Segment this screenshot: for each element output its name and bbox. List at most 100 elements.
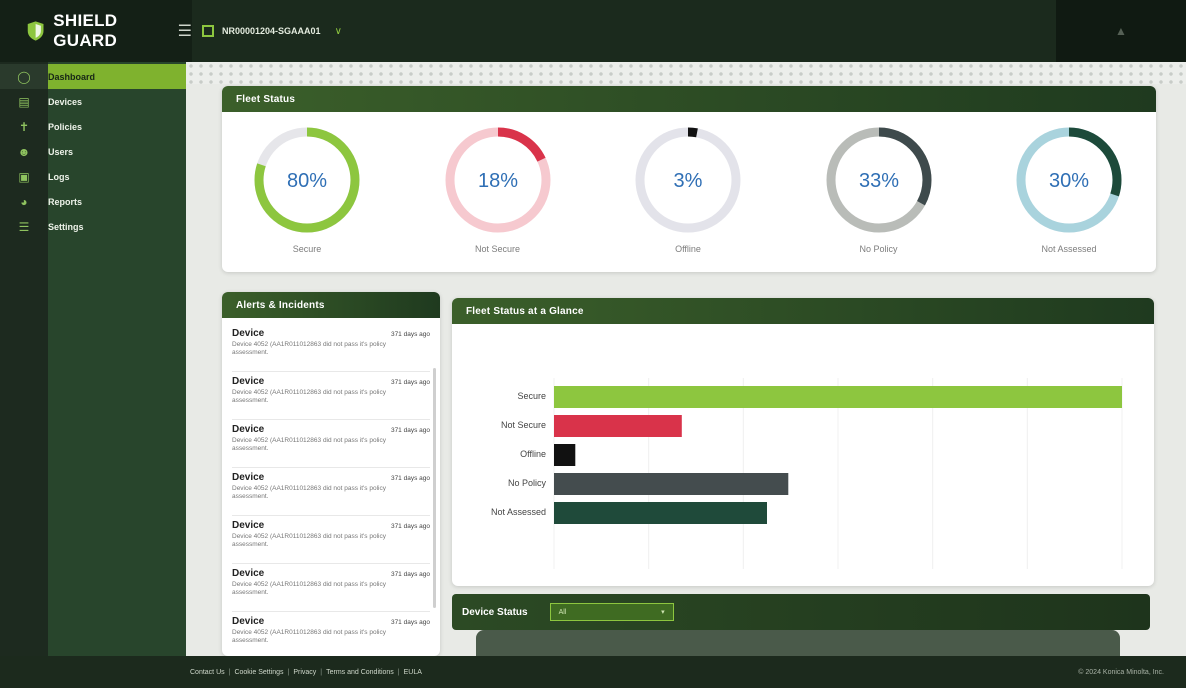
- dashboard-icon: ◯: [17, 69, 31, 84]
- gauge-secure[interactable]: 80% Secure: [242, 124, 372, 254]
- fleet-glance-title: Fleet Status at a Glance: [452, 298, 1154, 324]
- alert-description: Device 4052 (AA1R011012863 did not pass …: [232, 389, 386, 404]
- sidebar-item-label: Users: [48, 146, 74, 157]
- footer-separator: |: [320, 668, 323, 676]
- sidebar-item-label: Logs: [48, 171, 70, 182]
- alert-time: 371 days ago: [390, 571, 430, 578]
- list-item[interactable]: Device 371 days ago Device 4052 (AA1R0110…: [232, 372, 430, 420]
- gauge-value: 33%: [858, 170, 898, 192]
- list-item[interactable]: Device 371 days ago Device 4052 (AA1R0110…: [232, 516, 430, 564]
- alert-time: 371 days ago: [390, 523, 430, 530]
- gauge-offline[interactable]: 3% Offline: [623, 124, 753, 254]
- tenant-icon: [202, 25, 214, 37]
- gauge-value: 3%: [674, 170, 703, 192]
- gauge-value: 30%: [1049, 170, 1089, 192]
- list-item[interactable]: Device 371 days ago Device 4052 (AA1R0110…: [232, 420, 430, 468]
- tenant-selector[interactable]: NR00001204-SGAAA01 ∨: [202, 25, 342, 37]
- list-item[interactable]: Device 371 days ago Device 4052 (AA1R0110…: [232, 324, 430, 372]
- bar-secure: [554, 386, 1122, 408]
- alert-description: Device 4052 (AA1R011012863 did not pass …: [232, 581, 386, 596]
- footer-separator: |: [397, 668, 400, 676]
- policies-icon: ✝: [18, 119, 30, 134]
- donut-chart: 33%: [826, 127, 931, 233]
- alert-description: Device 4052 (AA1R011012863 did not pass …: [232, 485, 386, 500]
- user-area[interactable]: ▲: [1056, 0, 1186, 62]
- bar-category-label: Not Assessed: [491, 507, 546, 517]
- reports-icon: ◕: [20, 194, 28, 209]
- sidebar-item-logs[interactable]: ▣ Logs: [0, 164, 186, 189]
- shield-logo-icon: [27, 21, 44, 41]
- list-item[interactable]: Device 371 days ago Device 4052 (AA1R0110…: [232, 612, 430, 656]
- menu-toggle-icon[interactable]: ☰: [178, 21, 192, 41]
- decorative-dot-strip: [186, 62, 1186, 84]
- copyright: © 2024 Konica Minolta, Inc.: [1078, 668, 1164, 676]
- donut-chart: 80%: [254, 127, 360, 233]
- scrollbar[interactable]: [433, 368, 436, 608]
- brand-area: SHIELD GUARD ☰: [0, 0, 192, 62]
- bar-category-label: Offline: [520, 449, 546, 459]
- tenant-id: NR00001204-SGAAA01: [222, 26, 321, 36]
- alert-description: Device 4052 (AA1R011012863 did not pass …: [232, 341, 386, 356]
- list-item[interactable]: Device 371 days ago Device 4052 (AA1R0110…: [232, 564, 430, 612]
- alerts-card: Alerts & Incidents Device 371 days ago De…: [222, 292, 440, 656]
- alert-time: 371 days ago: [390, 427, 430, 434]
- alert-title: Device: [232, 568, 265, 579]
- footer-link-privacy[interactable]: Privacy: [293, 669, 316, 676]
- gauge-row: 80% Secure 18% Not Secure 3% Offline 33%…: [222, 112, 1156, 254]
- gauge-value: 80%: [287, 170, 327, 192]
- sidebar-item-settings[interactable]: ☰ Settings: [0, 214, 186, 239]
- bar-category-label: No Policy: [508, 478, 547, 488]
- logs-icon: ▣: [18, 169, 30, 184]
- sidebar-item-dashboard[interactable]: ◯ Dashboard: [0, 64, 186, 89]
- device-status-bar: Device Status All ▾: [452, 594, 1150, 630]
- sidebar: ◯ Dashboard ▤ Devices ✝ Policies ☻ Users…: [0, 62, 186, 656]
- alert-time: 371 days ago: [390, 331, 430, 338]
- alert-description: Device 4052 (AA1R011012863 did not pass …: [232, 533, 386, 548]
- footer-link-terms[interactable]: Terms and Conditions: [326, 669, 394, 676]
- footer-separator: |: [287, 668, 290, 676]
- bar-not-assessed: [554, 502, 767, 524]
- sidebar-item-devices[interactable]: ▤ Devices: [0, 89, 186, 114]
- sidebar-item-reports[interactable]: ◕ Reports: [0, 189, 186, 214]
- footer: Contact Us | Cookie Settings | Privacy |…: [0, 656, 1186, 688]
- sidebar-item-label: Reports: [48, 196, 83, 207]
- sidebar-item-users[interactable]: ☻ Users: [0, 139, 186, 164]
- bar-no-policy: [554, 473, 789, 495]
- fleet-status-title: Fleet Status: [222, 86, 1156, 112]
- device-status-title: Device Status: [462, 606, 528, 618]
- alert-time: 371 days ago: [390, 619, 430, 626]
- alert-title: Device: [232, 616, 265, 627]
- gauge-label: No Policy: [859, 244, 898, 254]
- donut-chart: 18%: [445, 127, 550, 233]
- gauge-not-secure[interactable]: 18% Not Secure: [433, 124, 563, 254]
- gauge-label: Secure: [292, 244, 322, 254]
- alert-description: Device 4052 (AA1R011012863 did not pass …: [232, 629, 386, 644]
- device-status-filter-select[interactable]: All ▾: [549, 603, 674, 621]
- alert-list[interactable]: Device 371 days ago Device 4052 (AA1R0110…: [222, 318, 440, 656]
- sidebar-item-label: Settings: [48, 221, 84, 232]
- footer-link-eula[interactable]: EULA: [404, 669, 422, 676]
- footer-link-contact[interactable]: Contact Us: [190, 669, 225, 676]
- brand-name: SHIELD GUARD: [53, 11, 118, 50]
- users-icon: ☻: [17, 144, 31, 159]
- gauge-label: Not Secure: [474, 244, 521, 254]
- sidebar-item-policies[interactable]: ✝ Policies: [0, 114, 186, 139]
- alert-time: 371 days ago: [390, 379, 430, 386]
- gauge-no-policy[interactable]: 33% No Policy: [814, 124, 944, 254]
- alert-description: Device 4052 (AA1R011012863 did not pass …: [232, 437, 386, 452]
- list-item[interactable]: Device 371 days ago Device 4052 (AA1R0110…: [232, 468, 430, 516]
- user-icon: ▲: [1115, 24, 1127, 38]
- alert-time: 371 days ago: [390, 475, 430, 482]
- top-bar: SHIELD GUARD ☰ NR00001204-SGAAA01 ∨ ▲: [0, 0, 1186, 62]
- footer-links: Contact Us | Cookie Settings | Privacy |…: [190, 669, 422, 676]
- alert-title: Device: [232, 520, 265, 531]
- bar-category-label: Not Secure: [501, 420, 546, 430]
- app-window: SHIELD GUARD ☰ NR00001204-SGAAA01 ∨ ▲ ◯ …: [0, 0, 1186, 688]
- alert-title: Device: [232, 376, 265, 387]
- devices-icon: ▤: [18, 94, 30, 109]
- gauge-not-assessed[interactable]: 30% Not Assessed: [1004, 124, 1134, 254]
- bar-not-secure: [554, 415, 682, 437]
- footer-separator: |: [228, 668, 231, 676]
- footer-link-cookie-settings[interactable]: Cookie Settings: [234, 669, 283, 676]
- sidebar-item-label: Dashboard: [48, 71, 96, 82]
